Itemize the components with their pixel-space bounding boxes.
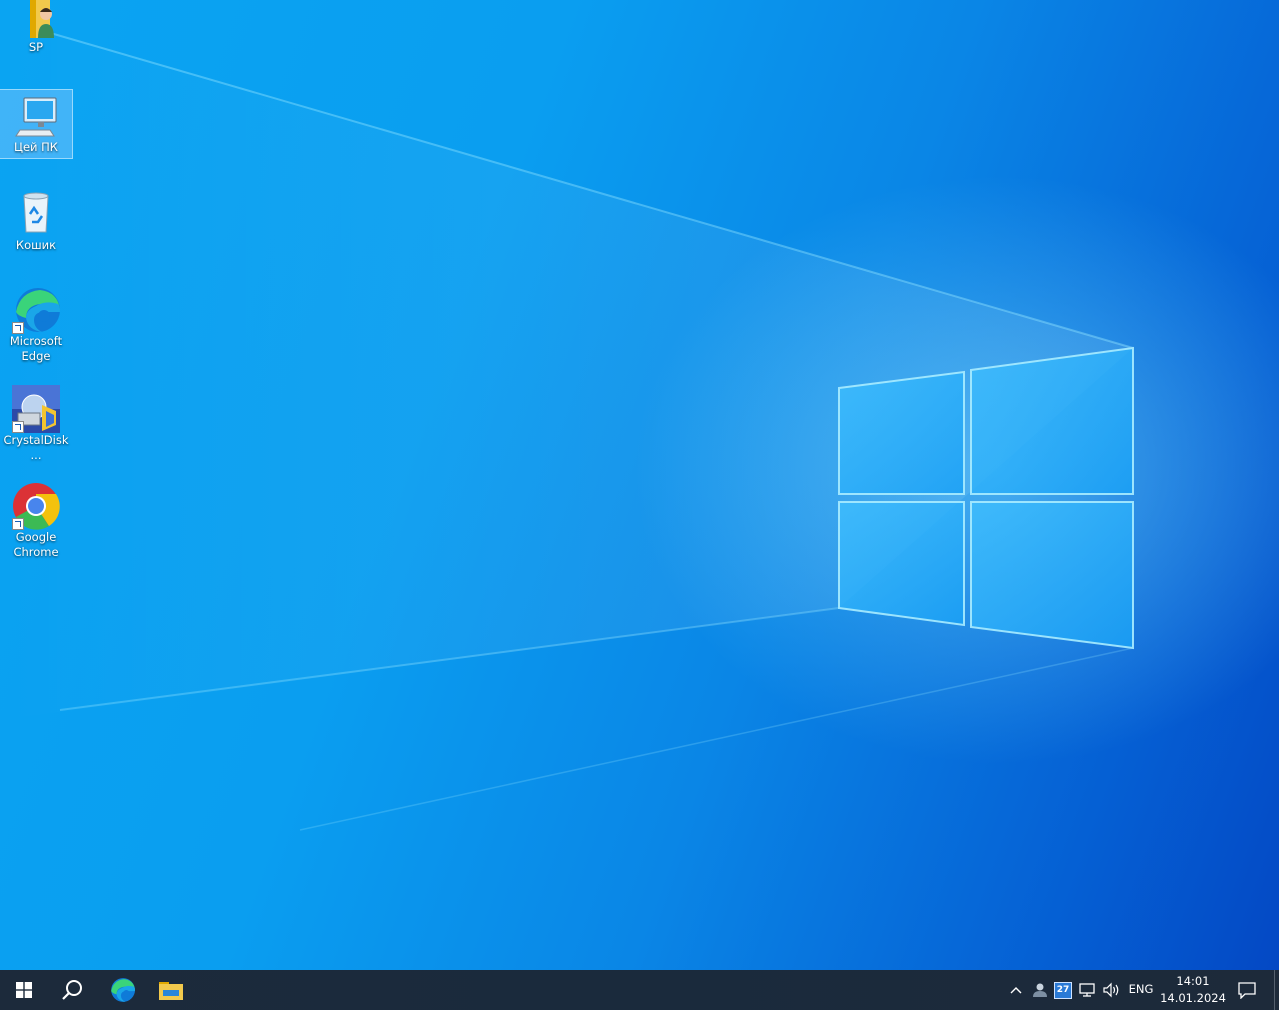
clock[interactable]: 14:01 14.01.2024 (1158, 973, 1228, 1007)
desktop-icon-label: CrystalDisk... (3, 433, 69, 462)
search-button[interactable] (48, 970, 96, 1010)
language-indicator[interactable]: ENG (1124, 982, 1158, 996)
shortcut-arrow-icon (12, 322, 24, 334)
speaker-icon (1103, 982, 1119, 998)
search-icon (62, 980, 82, 1000)
clock-time: 14:01 (1176, 974, 1210, 988)
action-center-button[interactable] (1234, 970, 1260, 1010)
start-button[interactable] (0, 970, 48, 1010)
taskbar-file-explorer-button[interactable] (147, 970, 195, 1010)
chrome-icon (12, 482, 60, 530)
wallpaper-beams (0, 20, 1134, 831)
desktop-icon-edge[interactable]: Microsoft Edge (0, 286, 72, 370)
taskbar: 27 ENG 14:01 14.01.2024 (0, 970, 1279, 1010)
network-icon (1079, 983, 1095, 997)
desktop-icon-label: SP (28, 40, 44, 54)
calendar-icon: 27 (1054, 981, 1072, 999)
shortcut-arrow-icon (12, 421, 24, 433)
edge-icon (111, 978, 135, 1002)
desktop-icon-sp[interactable]: SP (0, 0, 72, 60)
tray-volume-button[interactable] (1101, 970, 1123, 1010)
desktop[interactable]: SP Цей ПК Кошик Microsoft Edge CrystalDi… (0, 0, 1279, 970)
desktop-icon-label: Цей ПК (14, 140, 58, 154)
show-desktop-button[interactable] (1274, 970, 1279, 1010)
desktop-icon-crystaldisk[interactable]: CrystalDisk... (0, 385, 72, 462)
desktop-icon-label: Кошик (15, 238, 57, 252)
start-icon (16, 982, 32, 998)
desktop-icon-recycle-bin[interactable]: Кошик (0, 190, 72, 256)
recycle-bin-icon (12, 190, 60, 238)
clock-date: 14.01.2024 (1160, 991, 1226, 1005)
user-network-icon (1033, 983, 1047, 997)
crystaldisk-icon (12, 385, 60, 433)
this-pc-icon (12, 94, 60, 142)
show-hidden-icons-button[interactable] (1006, 970, 1026, 1010)
notification-icon (1238, 981, 1256, 999)
desktop-icon-this-pc[interactable]: Цей ПК (0, 89, 73, 159)
tray-calendar-button[interactable]: 27 (1053, 970, 1073, 1010)
tray-network-button[interactable] (1077, 970, 1099, 1010)
desktop-icon-label: Google Chrome (13, 530, 59, 559)
file-explorer-icon (159, 982, 183, 1000)
shortcut-arrow-icon (12, 518, 24, 530)
tray-user-app-button[interactable] (1030, 970, 1050, 1010)
calendar-badge: 27 (1056, 984, 1070, 995)
chevron-up-icon (1010, 987, 1022, 994)
desktop-icon-label: Microsoft Edge (9, 334, 63, 363)
taskbar-edge-button[interactable] (98, 970, 146, 1010)
user-folder-icon (12, 0, 60, 40)
edge-icon (12, 286, 60, 334)
desktop-icon-chrome[interactable]: Google Chrome (0, 482, 72, 566)
